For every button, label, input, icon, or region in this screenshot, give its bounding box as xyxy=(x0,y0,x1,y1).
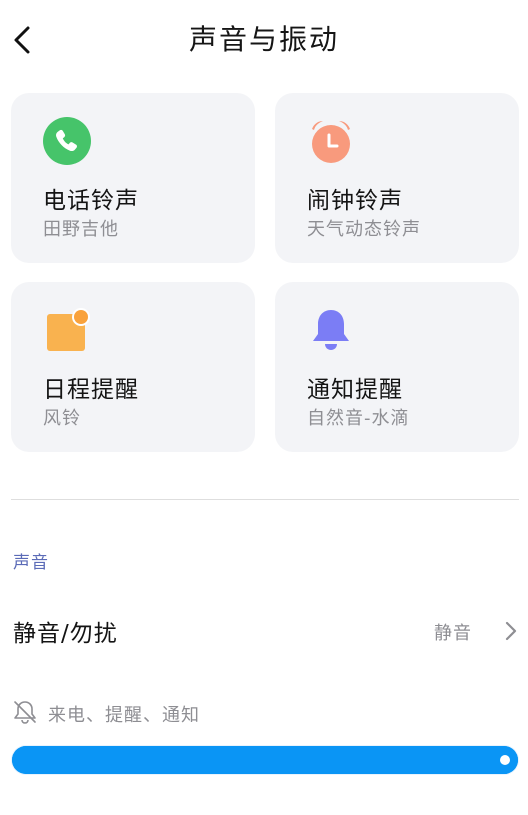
volume-caption: 来电、提醒、通知 xyxy=(48,705,200,726)
calendar-reminder-card[interactable]: 日程提醒 风铃 xyxy=(11,282,255,452)
ringer-volume-slider[interactable] xyxy=(12,746,518,774)
phone-ringtone-card[interactable]: 电话铃声 田野吉他 xyxy=(11,93,255,263)
card-title: 通知提醒 xyxy=(307,377,403,403)
card-title: 日程提醒 xyxy=(43,377,139,403)
card-title: 电话铃声 xyxy=(43,188,139,214)
mute-dnd-row[interactable]: 静音/勿扰 静音 xyxy=(0,600,528,662)
phone-icon xyxy=(43,117,91,165)
calendar-note-icon xyxy=(47,308,90,351)
card-value: 天气动态铃声 xyxy=(307,219,421,240)
bell-muted-icon[interactable] xyxy=(12,699,38,725)
row-value: 静音 xyxy=(434,623,472,644)
slider-fill xyxy=(12,746,518,774)
card-value: 自然音-水滴 xyxy=(307,408,410,429)
section-label-sound: 声音 xyxy=(13,553,49,573)
page-title: 声音与振动 xyxy=(188,23,339,56)
alarm-clock-icon xyxy=(312,121,350,163)
ringer-volume-row: 来电、提醒、通知 xyxy=(0,690,528,734)
card-value: 田野吉他 xyxy=(43,219,119,240)
slider-thumb[interactable] xyxy=(500,755,510,765)
notification-reminder-card[interactable]: 通知提醒 自然音-水滴 xyxy=(275,282,519,452)
bell-icon xyxy=(313,310,349,350)
alarm-ringtone-card[interactable]: 闹钟铃声 天气动态铃声 xyxy=(275,93,519,263)
chevron-right-icon xyxy=(505,621,517,641)
card-value: 风铃 xyxy=(43,408,81,429)
top-bar: 声音与振动 xyxy=(0,0,528,80)
card-title: 闹钟铃声 xyxy=(307,188,403,214)
row-title: 静音/勿扰 xyxy=(13,621,118,647)
divider xyxy=(11,499,519,500)
